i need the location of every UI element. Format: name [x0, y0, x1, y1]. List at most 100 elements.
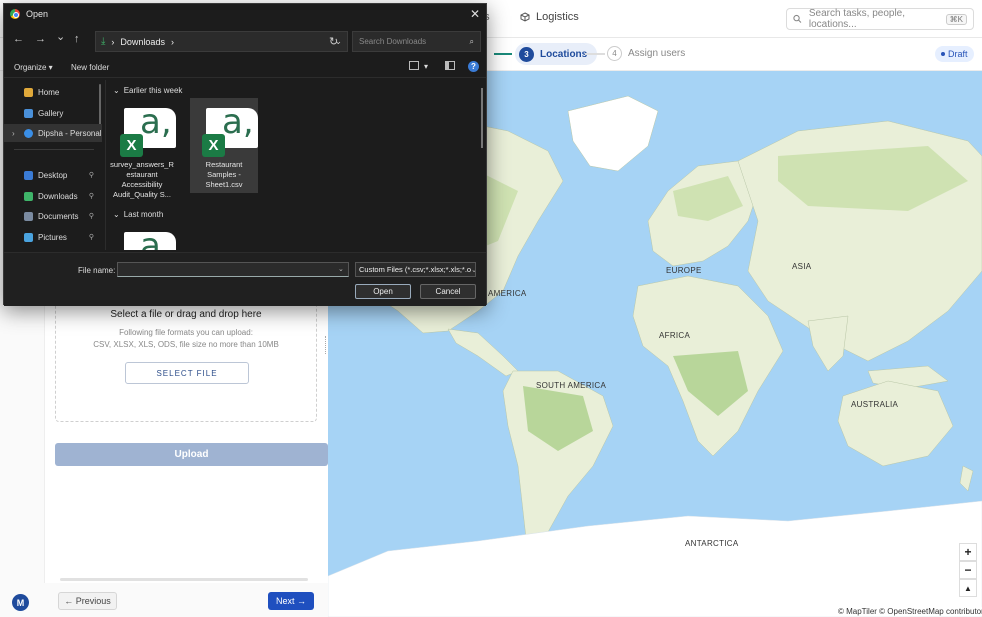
- recent-locations-icon[interactable]: ⌄: [56, 30, 65, 43]
- file-open-dialog: Open ✕ ← → ⌄ ↑ ⤓ › Downloads › ⌄ ↻ Searc…: [3, 3, 487, 306]
- search-icon: [793, 14, 802, 23]
- refresh-icon[interactable]: ↻: [329, 35, 338, 48]
- map-label-america: AMERICA: [488, 289, 527, 298]
- sidebar-item-gallery[interactable]: Gallery: [4, 104, 102, 122]
- sidebar-item-pictures[interactable]: Pictures ⚲: [4, 228, 102, 246]
- land-central-america: [447, 328, 519, 377]
- map-attribution[interactable]: © MapTiler © OpenStreetMap contributors: [836, 607, 982, 616]
- file-type-select[interactable]: Custom Files (*.csv;*.xlsx;*.xls;*.o ⌄: [355, 262, 476, 277]
- map-label-africa: AFRICA: [659, 331, 691, 340]
- step-connector-done: [494, 53, 512, 55]
- group-last-month[interactable]: ⌄ Last month: [113, 210, 163, 219]
- group-label: Last month: [123, 210, 164, 219]
- download-icon: ⤓: [101, 36, 106, 47]
- map-label-australia: AUSTRALIA: [851, 400, 899, 409]
- file-name: survey_answers_R estaurant Accessibility…: [108, 160, 176, 200]
- dropzone-formats-detail: CSV, XLSX, XLS, ODS, file size no more t…: [93, 340, 279, 349]
- pin-icon[interactable]: ⚲: [89, 212, 94, 220]
- sidebar-item-downloads[interactable]: Downloads ⚲: [4, 187, 102, 205]
- nav-tab-logistics[interactable]: Logistics: [520, 11, 579, 23]
- pin-icon[interactable]: ⚲: [89, 171, 94, 179]
- dialog-titlebar[interactable]: Open ✕: [4, 4, 486, 24]
- file-name-input[interactable]: [117, 262, 349, 277]
- map-label-asia: ASIA: [792, 262, 812, 271]
- file-name-label: File name:: [78, 266, 116, 275]
- new-folder-button[interactable]: New folder: [71, 63, 109, 72]
- file-name: Restaurant Samples - Sheet1.csv: [190, 160, 258, 190]
- help-icon[interactable]: ?: [468, 61, 479, 72]
- forward-icon[interactable]: →: [35, 33, 46, 45]
- search-placeholder: Search tasks, people, locations...: [808, 8, 906, 30]
- compass-button[interactable]: ▲: [959, 579, 977, 597]
- sidebar-divider: [14, 149, 94, 150]
- map-label-south-america: SOUTH AMERICA: [536, 381, 607, 390]
- zoom-in-button[interactable]: +: [959, 543, 977, 561]
- view-options-icon[interactable]: [409, 61, 419, 70]
- file-item[interactable]: a, X survey_answers_R estaurant Accessib…: [108, 98, 176, 199]
- search-icon: ⌕: [469, 36, 474, 46]
- group-earlier-this-week[interactable]: ⌄ Earlier this week: [113, 86, 182, 95]
- file-name-dropdown-icon[interactable]: ⌄: [338, 265, 344, 273]
- address-folder[interactable]: Downloads: [120, 37, 165, 47]
- sidebar-item-onedrive[interactable]: › Dipsha - Personal: [4, 124, 102, 142]
- address-separator: ›: [111, 36, 115, 47]
- chrome-icon: [10, 9, 20, 19]
- content-scrollbar[interactable]: [481, 88, 483, 148]
- organize-button[interactable]: Organize ▾: [14, 63, 53, 72]
- file-name-line: Accessibility: [121, 180, 163, 189]
- sidebar-item-label: Downloads: [38, 191, 78, 201]
- sidebar-item-label: Home: [38, 87, 60, 97]
- sidebar-item-label: Documents: [38, 211, 79, 221]
- select-file-button[interactable]: SELECT FILE: [125, 362, 249, 384]
- land-greenland: [567, 95, 659, 172]
- file-name-line: Restaurant: [205, 160, 243, 169]
- file-name-line: Samples -: [207, 170, 241, 179]
- up-folder-icon[interactable]: ↑: [74, 33, 80, 45]
- zoom-out-button[interactable]: −: [959, 561, 977, 579]
- group-label: Earlier this week: [123, 86, 183, 95]
- sidebar-item-home[interactable]: Home: [4, 83, 102, 101]
- step-label: Locations: [540, 48, 588, 60]
- dialog-search-input[interactable]: Search Downloads ⌕: [352, 31, 481, 52]
- expand-chevron-icon[interactable]: ›: [12, 129, 15, 138]
- map-label-europe: EUROPE: [666, 266, 702, 275]
- dialog-navbar: ← → ⌄ ↑ ⤓ › Downloads › ⌄ ↻ Search Downl…: [4, 28, 486, 54]
- panel-scrollbar[interactable]: [60, 578, 308, 581]
- dialog-search-placeholder: Search Downloads: [359, 37, 427, 46]
- pin-icon[interactable]: ⚲: [89, 233, 94, 241]
- desktop-icon: [24, 170, 33, 180]
- sidebar-item-label: Dipsha - Personal: [38, 128, 102, 138]
- close-icon[interactable]: ✕: [470, 7, 480, 21]
- next-button[interactable]: Next →: [268, 592, 314, 610]
- avatar[interactable]: M: [12, 594, 29, 611]
- preview-pane-icon[interactable]: [445, 61, 455, 70]
- previous-button[interactable]: ← Previous: [58, 592, 117, 610]
- status-text: Draft: [948, 49, 968, 59]
- sidebar-item-documents[interactable]: Documents ⚲: [4, 207, 102, 225]
- dialog-sidebar: Home Gallery › Dipsha - Personal Desktop…: [4, 80, 106, 250]
- cloud-icon: [24, 128, 33, 138]
- upload-button[interactable]: Upload: [55, 443, 328, 466]
- dialog-title: Open: [26, 9, 49, 19]
- status-badge: Draft: [935, 46, 974, 62]
- step-number: 3: [519, 46, 534, 62]
- download-icon: [24, 191, 33, 201]
- step-assign-users[interactable]: 4 Assign users: [607, 46, 685, 61]
- view-dropdown-icon[interactable]: ▾: [424, 62, 428, 71]
- land-australia: [837, 380, 954, 467]
- sidebar-item-label: Desktop: [38, 170, 68, 180]
- file-name-line: survey_answers_R: [110, 160, 174, 169]
- address-bar[interactable]: ⤓ › Downloads › ⌄: [95, 31, 348, 52]
- file-glyph: a,: [222, 102, 254, 142]
- file-name-line: Sheet1.csv: [205, 180, 243, 189]
- open-button[interactable]: Open: [355, 284, 411, 299]
- global-search[interactable]: Search tasks, people, locations... ⌘K: [786, 8, 974, 30]
- back-icon[interactable]: ←: [13, 33, 24, 45]
- file-item[interactable]: a: [108, 222, 176, 250]
- cancel-button[interactable]: Cancel: [420, 284, 476, 299]
- file-item-selected[interactable]: a, X Restaurant Samples - Sheet1.csv: [190, 98, 258, 193]
- pin-icon[interactable]: ⚲: [89, 192, 94, 200]
- sidebar-item-desktop[interactable]: Desktop ⚲: [4, 166, 102, 184]
- collapse-chevron-icon: ⌄: [113, 210, 120, 219]
- status-dot: [941, 52, 945, 56]
